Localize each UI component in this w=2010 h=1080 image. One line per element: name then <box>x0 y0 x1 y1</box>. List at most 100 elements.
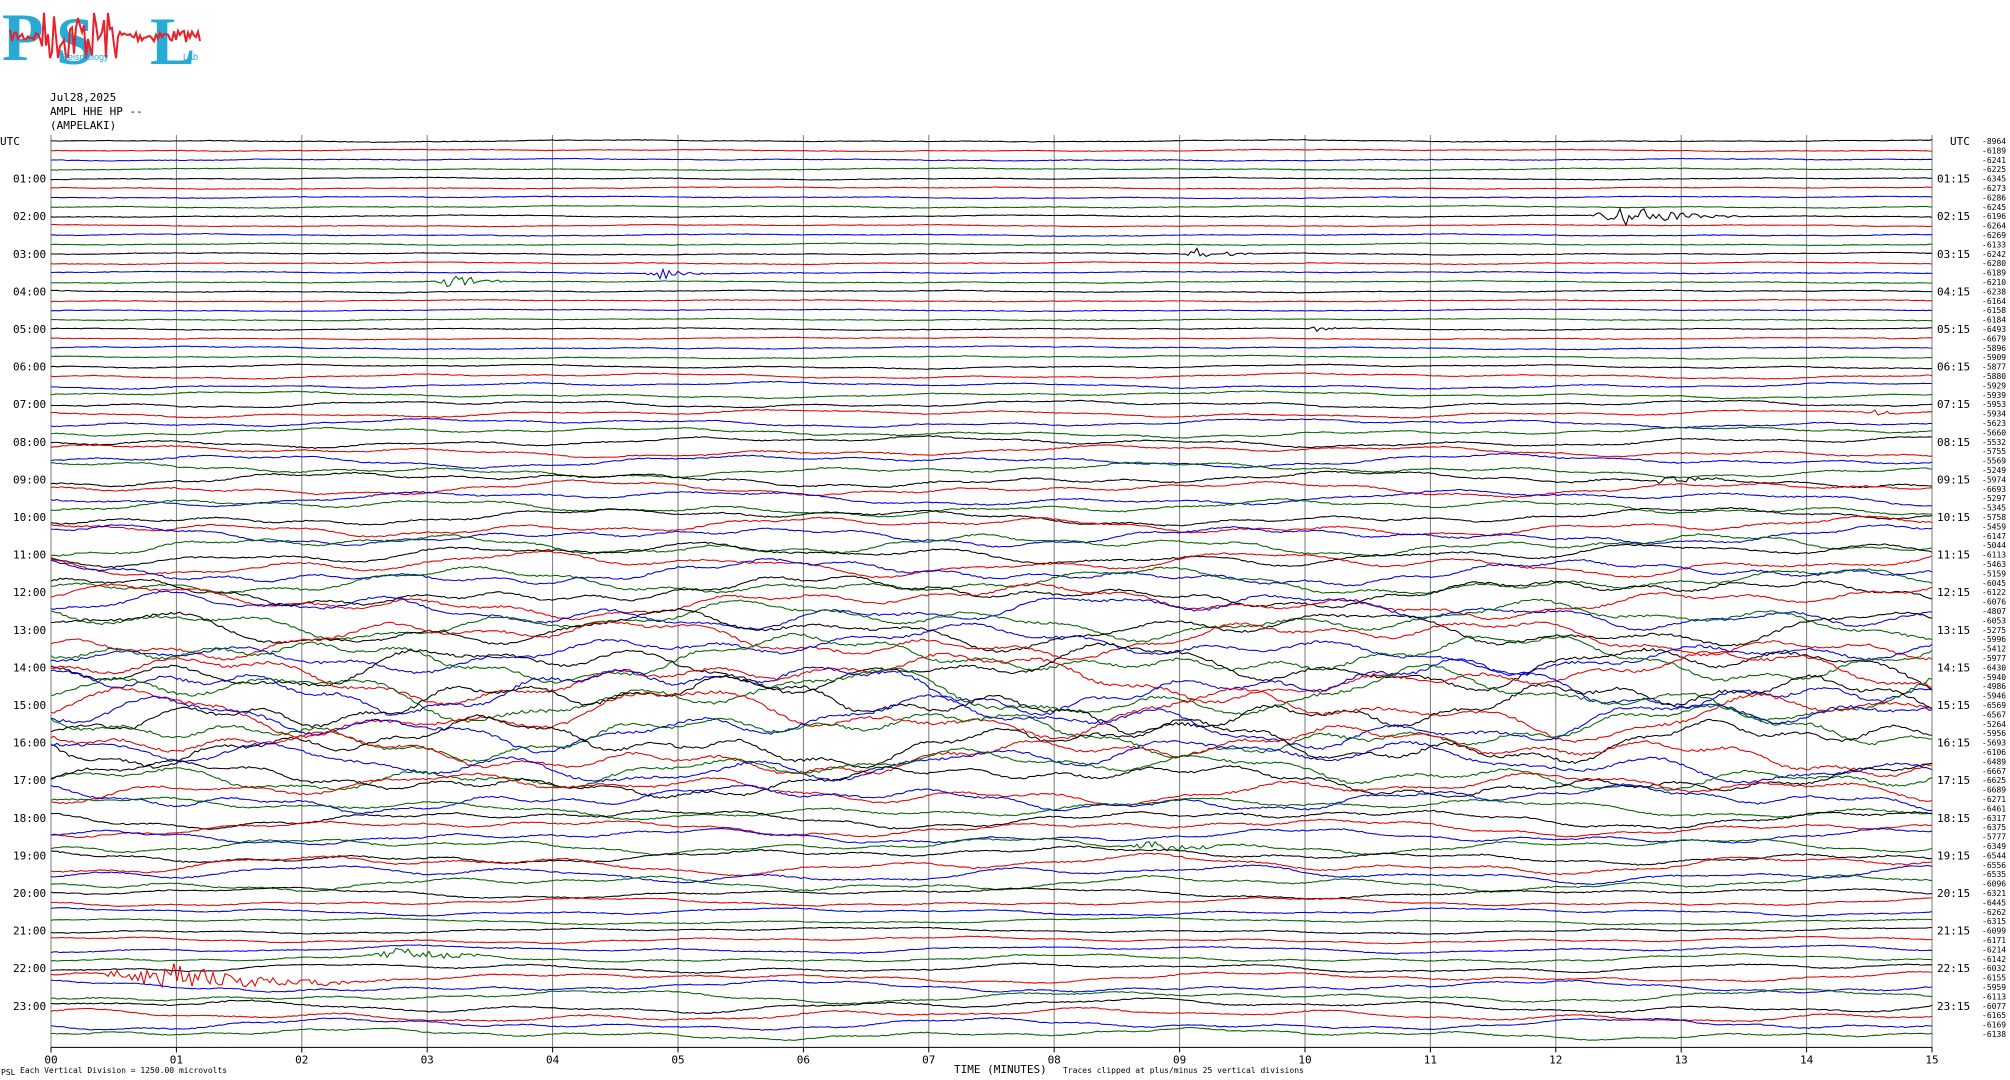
trace-mean-label: -6053 <box>1982 616 2006 625</box>
trace-mean-label: -6567 <box>1982 710 2006 719</box>
left-hour-label: 18:00 <box>13 812 46 825</box>
x-tick-label: 11 <box>1424 1053 1437 1066</box>
trace-line <box>50 740 1933 784</box>
trace-mean-label: -6445 <box>1982 898 2006 907</box>
x-tick-label: 01 <box>170 1053 183 1066</box>
x-tick-label: 12 <box>1549 1053 1562 1066</box>
left-hour-label: 19:00 <box>13 849 46 862</box>
helicorder-chart: P S L Seismology Lab Jul28,2025 AMPL HHE… <box>0 0 2006 1077</box>
left-hour-label: 02:00 <box>13 210 46 223</box>
trace-mean-label: -6099 <box>1982 927 2006 936</box>
left-hour-labels: UTC 01:00 02:00 03:00 04:00 05:00 06:00 07:00 08… <box>0 135 46 1013</box>
trace-mean-label: -5044 <box>1982 541 2006 550</box>
trace-mean-label: -6317 <box>1982 814 2006 823</box>
left-hour-label: 04:00 <box>13 285 46 298</box>
right-hour-label: 23:15 <box>1937 1000 1970 1013</box>
trace-mean-label: -6315 <box>1982 917 2006 926</box>
trace-mean-label: -5959 <box>1982 983 2006 992</box>
clip-note: Traces clipped at plus/minus 25 vertical… <box>1063 1066 1304 1075</box>
right-hour-label: 18:15 <box>1937 812 1970 825</box>
trace-mean-label: -5275 <box>1982 626 2006 635</box>
trace-line <box>50 452 1933 469</box>
trace-mean-label: -6169 <box>1982 1021 2006 1030</box>
trace-line <box>50 317 1933 322</box>
trace-mean-label: -5297 <box>1982 494 2006 503</box>
trace-line <box>50 1017 1933 1031</box>
right-hour-label: 10:15 <box>1937 511 1970 524</box>
trace-mean-label: -6147 <box>1982 532 2006 541</box>
trace-mean-label: -6535 <box>1982 870 2006 879</box>
trace-line <box>50 207 1933 227</box>
trace-mean-label: -6667 <box>1982 767 2006 776</box>
left-hour-label: 20:00 <box>13 887 46 900</box>
trace-mean-label: -6225 <box>1982 165 2006 174</box>
trace-line <box>50 488 1933 508</box>
trace-line <box>50 916 1933 926</box>
trace-mean-label: -6286 <box>1982 193 2006 202</box>
trace-mean-label: -6689 <box>1982 786 2006 795</box>
logo-text-lab: Lab <box>183 52 198 62</box>
trace-mean-label: -5755 <box>1982 447 2006 456</box>
right-hour-label: 01:15 <box>1937 173 1970 186</box>
trace-mean-label: -6693 <box>1982 485 2006 494</box>
trace-mean-label: -6345 <box>1982 175 2006 184</box>
trace-mean-label: -5412 <box>1982 645 2006 654</box>
trace-line <box>50 298 1932 303</box>
right-hour-label: 06:15 <box>1937 361 1970 374</box>
trace-mean-label: -6238 <box>1982 287 2006 296</box>
trace-mean-label: -5977 <box>1982 654 2006 663</box>
trace-mean-label: -6122 <box>1982 588 2006 597</box>
trace-line <box>50 818 1933 839</box>
trace-line <box>50 550 1933 579</box>
trace-line <box>50 390 1933 400</box>
trace-mean-label: -6113 <box>1982 992 2006 1001</box>
x-tick-label: 10 <box>1298 1053 1311 1066</box>
trace-line <box>50 632 1933 684</box>
right-hour-label: 17:15 <box>1937 774 1970 787</box>
trace-mean-label: -6138 <box>1982 1030 2006 1039</box>
trace-line <box>50 498 1932 518</box>
left-hour-label: 07:00 <box>13 398 46 411</box>
x-tick-label: 04 <box>546 1053 560 1066</box>
x-tick-label: 06 <box>797 1053 810 1066</box>
left-hour-label: UTC <box>0 135 20 148</box>
trace-mean-label: -5956 <box>1982 729 2006 738</box>
trace-line <box>50 962 1933 974</box>
right-hour-label: 15:15 <box>1937 699 1970 712</box>
trace-mean-label: -6430 <box>1982 663 2006 672</box>
corner-mark: PSL <box>1 1068 16 1077</box>
trace-line <box>50 724 1933 778</box>
trace-mean-label: -6045 <box>1982 579 2006 588</box>
trace-mean-label: -8964 <box>1982 137 2006 146</box>
trace-mean-label: -6076 <box>1982 598 2006 607</box>
logo-text-seismology: Seismology <box>62 52 109 62</box>
right-hour-label: 07:15 <box>1937 398 1970 411</box>
trace-mean-label: -6184 <box>1982 316 2006 325</box>
trace-mean-label: -5953 <box>1982 400 2006 409</box>
left-hour-label: 16:00 <box>13 737 46 750</box>
trace-mean-label: -6493 <box>1982 325 2006 334</box>
trace-mean-label: -6271 <box>1982 795 2006 804</box>
trace-mean-label: -6280 <box>1982 259 2006 268</box>
trace-mean-label: -6032 <box>1982 964 2006 973</box>
trace-line <box>50 541 1933 569</box>
trace-mean-label: -6210 <box>1982 278 2006 287</box>
trace-line <box>50 515 1933 538</box>
trace-mean-label: -6569 <box>1982 701 2006 710</box>
right-hour-label: 19:15 <box>1937 849 1970 862</box>
x-tick-label: 05 <box>671 1053 684 1066</box>
trace-line <box>50 907 1933 917</box>
left-hour-label: 06:00 <box>13 361 46 374</box>
trace-mean-label: -5693 <box>1982 739 2006 748</box>
right-hour-label: 05:15 <box>1937 323 1970 336</box>
right-hour-label: 14:15 <box>1937 661 1970 674</box>
trace-line <box>50 176 1933 181</box>
x-tick-label: 09 <box>1173 1053 1186 1066</box>
trace-mean-label: -6096 <box>1982 880 2006 889</box>
trace-mean-label: -6375 <box>1982 823 2006 832</box>
station-line: AMPL HHE HP -- <box>50 105 143 118</box>
trace-mean-label: -6158 <box>1982 306 2006 315</box>
trace-mean-label: -5909 <box>1982 353 2006 362</box>
trace-line <box>50 479 1933 499</box>
x-tick-label: 08 <box>1048 1053 1061 1066</box>
